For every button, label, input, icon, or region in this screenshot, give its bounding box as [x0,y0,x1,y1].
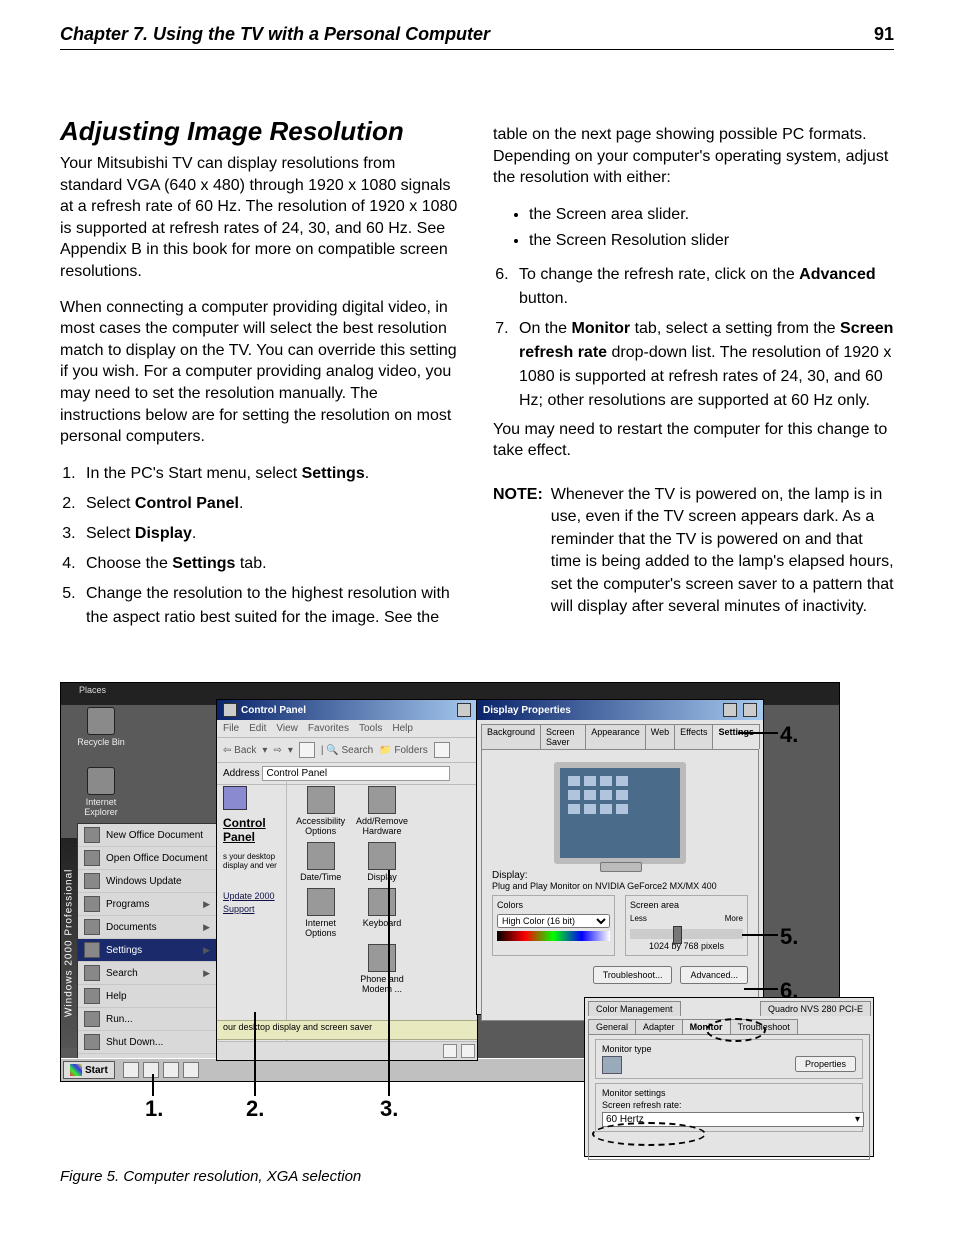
menu-bar[interactable]: FileEditViewFavoritesToolsHelp [217,720,477,738]
start-item-windows-update[interactable]: Windows Update [78,870,216,893]
display-adapter-name: Plug and Play Monitor on NVIDIA GeForce2… [482,881,758,891]
recycle-bin-icon[interactable]: Recycle Bin [75,707,127,747]
start-item-shutdown[interactable]: Shut Down... [78,1031,216,1054]
intro-paragraph-1: Your Mitsubishi TV can display resolutio… [60,153,461,283]
monitor-properties-button[interactable]: Properties [795,1056,856,1072]
taskbar-tray [123,1062,199,1078]
display-properties-window: Display Properties Background Screen Sav… [476,699,764,1015]
restart-note: You may need to restart the computer for… [493,419,894,462]
figure-5: Places Recycle Bin Internet Explorer Win… [60,682,894,1185]
start-item-run[interactable]: Run... [78,1008,216,1031]
cp-item-accessibility[interactable]: Accessibility Options [291,786,350,836]
resolution-slider[interactable] [630,929,743,939]
steps-right: To change the refresh rate, click on the… [493,263,894,413]
tab-settings[interactable]: Settings [712,724,760,749]
start-button[interactable]: Start [63,1061,115,1079]
cp-item-keyboard[interactable]: Keyboard [352,888,411,938]
cp-item-phone[interactable]: Phone and Modem ... [352,944,411,994]
callout-oval-refresh-rate [592,1122,706,1146]
monitor-type-group: Monitor type Properties [595,1039,863,1079]
help-icon[interactable] [723,703,737,717]
close-icon[interactable] [743,703,757,717]
refresh-rate-label: Screen refresh rate: [602,1100,856,1110]
toolbar[interactable]: ⇦ Back▾⇨▾ | 🔍 Search📁 Folders [217,738,477,763]
cp-item-addremove[interactable]: Add/Remove Hardware [352,786,411,836]
screen-area-group: Screen area LessMore 1024 by 768 pixels [625,895,748,956]
tab-background[interactable]: Background [481,724,541,749]
callout-1: 1. [145,1096,163,1122]
control-panel-window: Control Panel FileEditViewFavoritesTools… [216,699,478,1061]
close-icon[interactable] [457,703,471,717]
page-number: 91 [874,24,894,45]
adv-tab-general[interactable]: General [588,1019,636,1034]
adv-tab-quadro[interactable]: Quadro NVS 280 PCI-E [760,1001,871,1016]
right-lead: table on the next page showing possible … [493,124,894,189]
display-properties-titlebar[interactable]: Display Properties [477,700,763,720]
history-icon[interactable] [434,742,450,758]
cp-item-internet[interactable]: Internet Options [291,888,350,938]
dp-tabs: Background Screen Saver Appearance Web E… [477,720,763,749]
start-item-programs[interactable]: Programs▶ [78,893,216,916]
control-panel-icon [223,786,247,810]
monitor-icon [602,1056,622,1074]
color-depth-select[interactable]: High Color (16 bit) [497,914,610,928]
arrow-4 [738,732,778,734]
tab-appearance[interactable]: Appearance [585,724,646,749]
callout-4: 4. [780,722,798,748]
start-item-help[interactable]: Help [78,985,216,1008]
arrow-6 [744,988,778,990]
start-item-settings[interactable]: Settings▶ [78,939,216,962]
windows-logo-icon [70,1064,82,1076]
status-bar [217,1041,477,1060]
status-tip: our desktop display and screen saver [217,1020,477,1040]
internet-explorer-icon[interactable]: Internet Explorer [75,767,127,817]
monitor-preview [554,762,686,864]
resolution-value: 1024 by 768 pixels [630,941,743,951]
start-item-search[interactable]: Search▶ [78,962,216,985]
arrow-1 [152,1074,154,1096]
intro-paragraph-2: When connecting a computer providing dig… [60,297,461,448]
up-icon[interactable] [299,742,315,758]
adv-tab-colormgmt[interactable]: Color Management [588,1001,681,1016]
slider-bullets: the Screen area slider. the Screen Resol… [493,203,894,253]
advanced-button[interactable]: Advanced... [680,966,748,984]
start-item-documents[interactable]: Documents▶ [78,916,216,939]
steps-left: In the PC's Start menu, select Settings.… [60,462,461,630]
arrow-5 [742,934,778,936]
callout-5: 5. [780,924,798,950]
adv-tab-adapter[interactable]: Adapter [635,1019,683,1034]
start-item-open-office[interactable]: Open Office Document [78,847,216,870]
folder-icon [223,703,237,717]
start-item-new-office[interactable]: New Office Document [78,824,216,847]
cp-item-datetime[interactable]: Date/Time [291,842,350,882]
lamp-note: NOTE: Whenever the TV is powered on, the… [493,484,894,618]
tab-effects[interactable]: Effects [674,724,713,749]
callout-oval-monitor-tab [706,1018,766,1042]
callout-2: 2. [246,1096,264,1122]
chapter-title: Chapter 7. Using the TV with a Personal … [60,24,490,45]
callout-3: 3. [380,1096,398,1122]
color-swatch [497,931,610,941]
windows-banner: Windows 2000 Professional [61,838,77,1048]
control-panel-titlebar[interactable]: Control Panel [217,700,477,720]
tab-web[interactable]: Web [645,724,675,749]
figure-caption: Figure 5. Computer resolution, XGA selec… [60,1168,894,1185]
address-input[interactable] [262,766,450,781]
start-menu: New Office Document Open Office Document… [77,823,217,1061]
arrow-2 [254,1012,256,1096]
section-heading: Adjusting Image Resolution [60,116,461,147]
cp-item-display[interactable]: Display [352,842,411,882]
page-header: Chapter 7. Using the TV with a Personal … [60,24,894,50]
troubleshoot-button[interactable]: Troubleshoot... [593,966,673,984]
tab-screensaver[interactable]: Screen Saver [540,724,586,749]
control-panel-items: Accessibility Options Add/Remove Hardwar… [287,780,477,1060]
colors-group: Colors High Color (16 bit) [492,895,615,956]
arrow-3 [388,870,390,1096]
callout-6: 6. [780,978,798,1004]
